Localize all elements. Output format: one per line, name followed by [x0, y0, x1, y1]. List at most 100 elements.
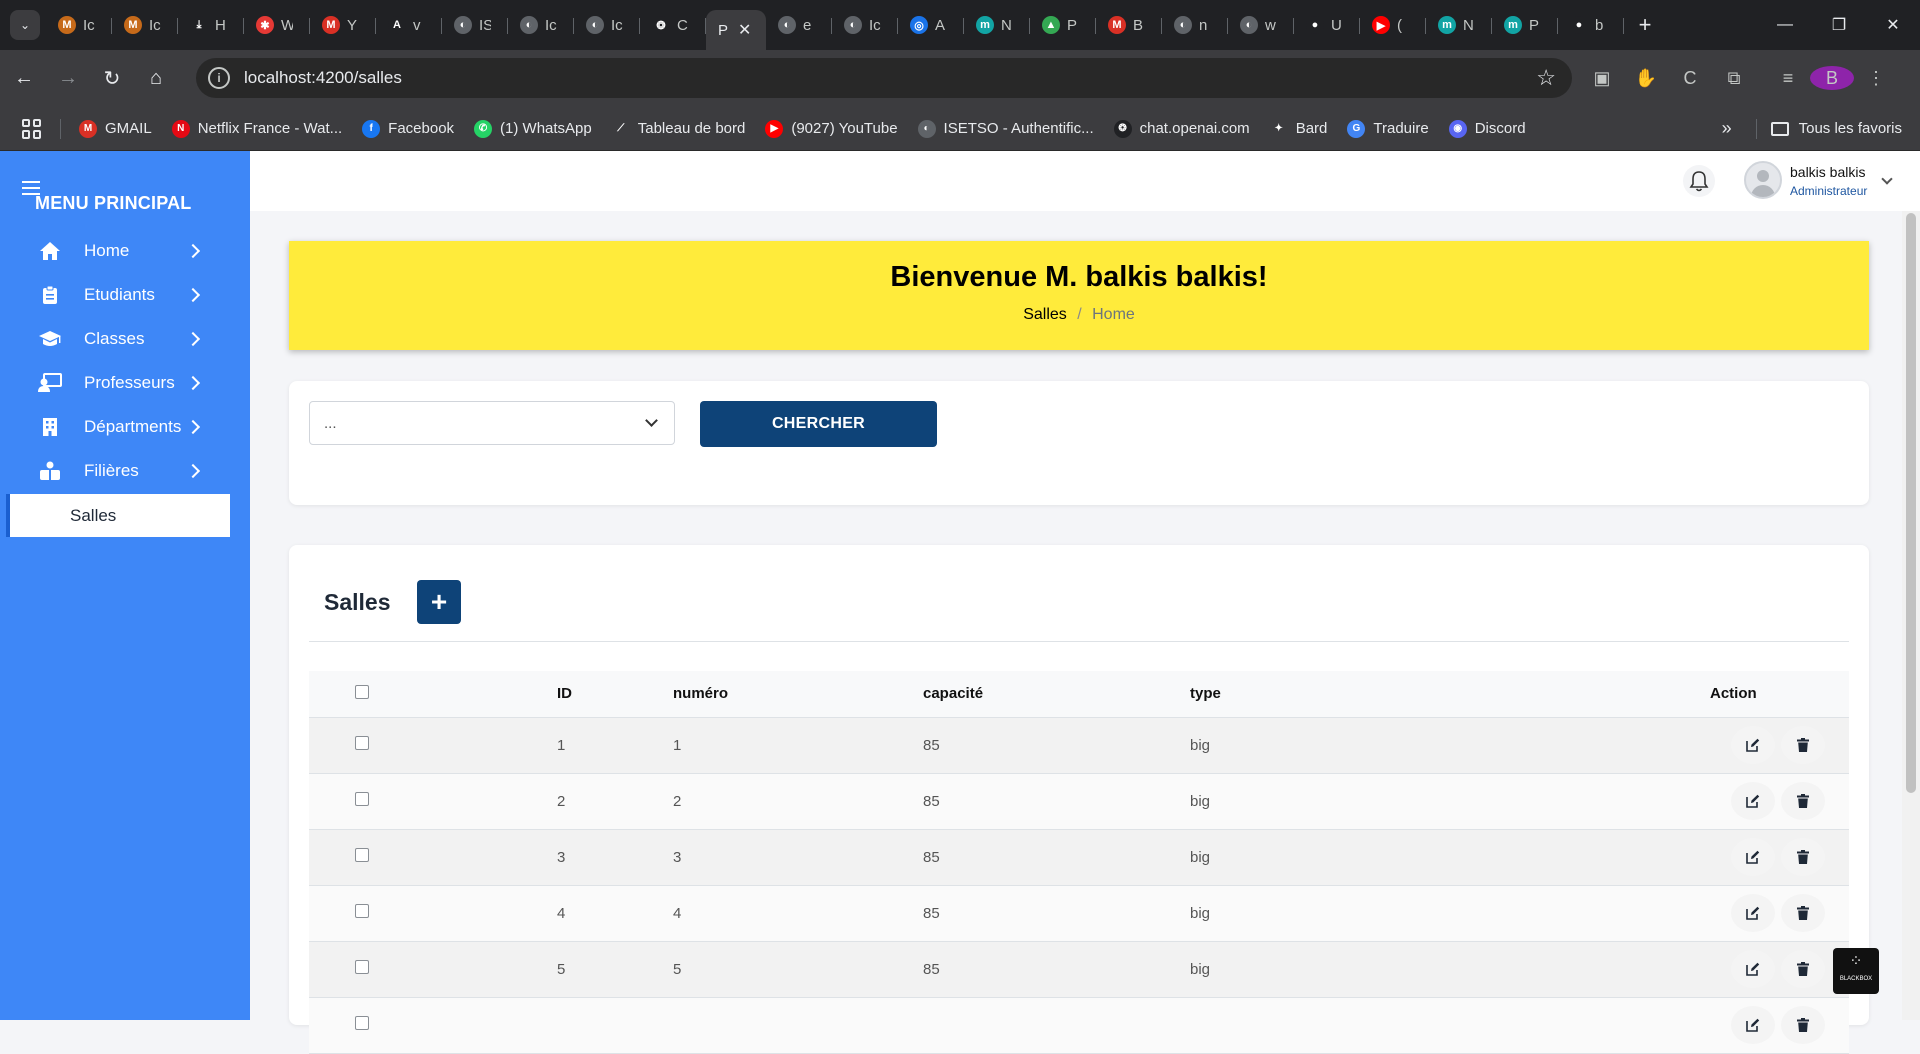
header-capacite[interactable]: capacité: [923, 671, 1190, 718]
site-info-icon[interactable]: i: [208, 67, 230, 89]
tab-search-button[interactable]: ⌄: [10, 10, 40, 40]
table-row[interactable]: 1 1 85 big: [309, 717, 1849, 774]
screen-extension-icon[interactable]: ▣: [1580, 68, 1624, 89]
bookmark-item[interactable]: G Traduire: [1347, 119, 1429, 138]
delete-button[interactable]: [1781, 1006, 1825, 1044]
browser-tab[interactable]: ⤓ H: [178, 8, 244, 42]
close-window-button[interactable]: ✕: [1866, 15, 1920, 35]
delete-button[interactable]: [1781, 838, 1825, 876]
browser-tab[interactable]: MY: [310, 8, 376, 42]
page-scrollbar[interactable]: [1902, 211, 1920, 1020]
bookmark-item[interactable]: ▶ (9027) YouTube: [765, 119, 898, 138]
sidebar-item-filieres[interactable]: Filières: [0, 449, 250, 493]
add-salle-button[interactable]: +: [417, 580, 461, 624]
browser-tab[interactable]: ◐ Ic: [508, 8, 574, 42]
browser-tab[interactable]: MB: [1096, 8, 1162, 42]
sidebar-item-departments[interactable]: Départments: [0, 405, 250, 449]
forward-button[interactable]: →: [48, 59, 88, 99]
browser-tab[interactable]: M Ic: [46, 8, 112, 42]
delete-button[interactable]: [1781, 950, 1825, 988]
new-tab-button[interactable]: +: [1630, 12, 1660, 38]
minimize-button[interactable]: —: [1758, 16, 1812, 34]
browser-tab[interactable]: ◐ e: [766, 8, 832, 42]
url-text[interactable]: localhost:4200/salles: [244, 68, 402, 88]
browser-tab[interactable]: ◐ w: [1228, 8, 1294, 42]
bookmark-item[interactable]: N Netflix France - Wat...: [171, 119, 342, 138]
edit-button[interactable]: [1731, 894, 1775, 932]
sidebar-item-professeurs[interactable]: Professeurs: [0, 361, 250, 405]
header-type[interactable]: type: [1190, 671, 1710, 718]
apps-grid-icon[interactable]: [22, 118, 42, 139]
browser-tab[interactable]: ● U: [1294, 8, 1360, 42]
row-checkbox[interactable]: [355, 792, 369, 806]
bookmark-item[interactable]: ✆ (1) WhatsApp: [474, 119, 592, 138]
row-checkbox[interactable]: [355, 848, 369, 862]
bell-icon[interactable]: [1683, 165, 1715, 197]
row-checkbox[interactable]: [355, 904, 369, 918]
bookmark-item[interactable]: ◉ Discord: [1448, 119, 1526, 138]
media-control-icon[interactable]: ≡: [1766, 68, 1810, 89]
row-checkbox[interactable]: [355, 960, 369, 974]
select-all-checkbox[interactable]: [355, 684, 369, 699]
row-checkbox[interactable]: [355, 1016, 369, 1030]
sidebar-item-salles[interactable]: Salles: [6, 494, 230, 537]
puzzle-extensions-icon[interactable]: ⧉: [1712, 68, 1756, 89]
browser-tab[interactable]: mN: [1426, 8, 1492, 42]
search-button[interactable]: CHERCHER: [700, 401, 937, 447]
browser-tab[interactable]: ▲ P: [1030, 8, 1096, 42]
bookmark-item[interactable]: ❂ chat.openai.com: [1113, 119, 1250, 138]
sidebar-item-etudiants[interactable]: Etudiants: [0, 273, 250, 317]
table-row[interactable]: 4 4 85 big: [309, 885, 1849, 942]
header-numero[interactable]: numéro: [673, 671, 923, 718]
edit-button[interactable]: [1731, 782, 1775, 820]
edit-button[interactable]: [1731, 726, 1775, 764]
scrollbar-thumb[interactable]: [1906, 213, 1916, 793]
table-row[interactable]: [309, 997, 1849, 1054]
browser-tab[interactable]: ◐ Ic: [832, 8, 898, 42]
browser-tab[interactable]: ◎ A: [898, 8, 964, 42]
profile-avatar[interactable]: B: [1810, 66, 1854, 90]
breadcrumb-home[interactable]: Home: [1092, 306, 1135, 323]
edit-button[interactable]: [1731, 950, 1775, 988]
bookmark-item[interactable]: ✦ Bard: [1269, 119, 1327, 138]
browser-tab[interactable]: ◐ IS: [442, 8, 508, 42]
home-button[interactable]: ⌂: [136, 59, 176, 99]
header-id[interactable]: ID: [557, 671, 673, 718]
avatar[interactable]: [1744, 161, 1782, 199]
address-bar[interactable]: i localhost:4200/salles ☆: [196, 58, 1572, 98]
edit-button[interactable]: [1731, 1006, 1775, 1044]
bookmark-item[interactable]: ◐ ISETSO - Authentific...: [917, 119, 1094, 138]
browser-tab[interactable]: ❂ C: [640, 8, 706, 42]
back-button[interactable]: ←: [4, 59, 44, 99]
delete-button[interactable]: [1781, 894, 1825, 932]
adblock-extension-icon[interactable]: ✋: [1624, 68, 1668, 89]
browser-menu-icon[interactable]: ⋮: [1854, 68, 1898, 89]
browser-tab[interactable]: Av: [376, 8, 442, 42]
delete-button[interactable]: [1781, 726, 1825, 764]
sidebar-item-home[interactable]: Home: [0, 229, 250, 273]
table-row[interactable]: 2 2 85 big: [309, 773, 1849, 830]
bookmark-star-icon[interactable]: ☆: [1536, 65, 1556, 91]
browser-tab[interactable]: ◐ Ic: [574, 8, 640, 42]
browser-tab[interactable]: mN: [964, 8, 1030, 42]
filter-select[interactable]: ...: [309, 401, 675, 445]
bookmark-item[interactable]: f Facebook: [362, 119, 454, 138]
browser-tab[interactable]: P ✕: [706, 10, 766, 50]
delete-button[interactable]: [1781, 782, 1825, 820]
code-extension-icon[interactable]: C: [1668, 68, 1712, 89]
bookmark-item[interactable]: M GMAIL: [79, 119, 152, 138]
more-bookmarks-icon[interactable]: »: [1722, 118, 1732, 139]
table-row[interactable]: 5 5 85 big: [309, 941, 1849, 998]
chevron-down-icon[interactable]: [1881, 173, 1893, 185]
browser-tab[interactable]: ▶(: [1360, 8, 1426, 42]
row-checkbox[interactable]: [355, 736, 369, 750]
browser-tab[interactable]: ● b: [1558, 8, 1624, 42]
table-row[interactable]: 3 3 85 big: [309, 829, 1849, 886]
browser-tab[interactable]: ◐ n: [1162, 8, 1228, 42]
browser-tab[interactable]: ✱ W: [244, 8, 310, 42]
browser-tab[interactable]: M Ic: [112, 8, 178, 42]
blackbox-widget[interactable]: ⁘ BLACKBOX: [1833, 948, 1879, 994]
browser-tab[interactable]: mP: [1492, 8, 1558, 42]
sidebar-item-classes[interactable]: Classes: [0, 317, 250, 361]
bookmark-item[interactable]: ⟋ Tableau de bord: [611, 119, 745, 138]
